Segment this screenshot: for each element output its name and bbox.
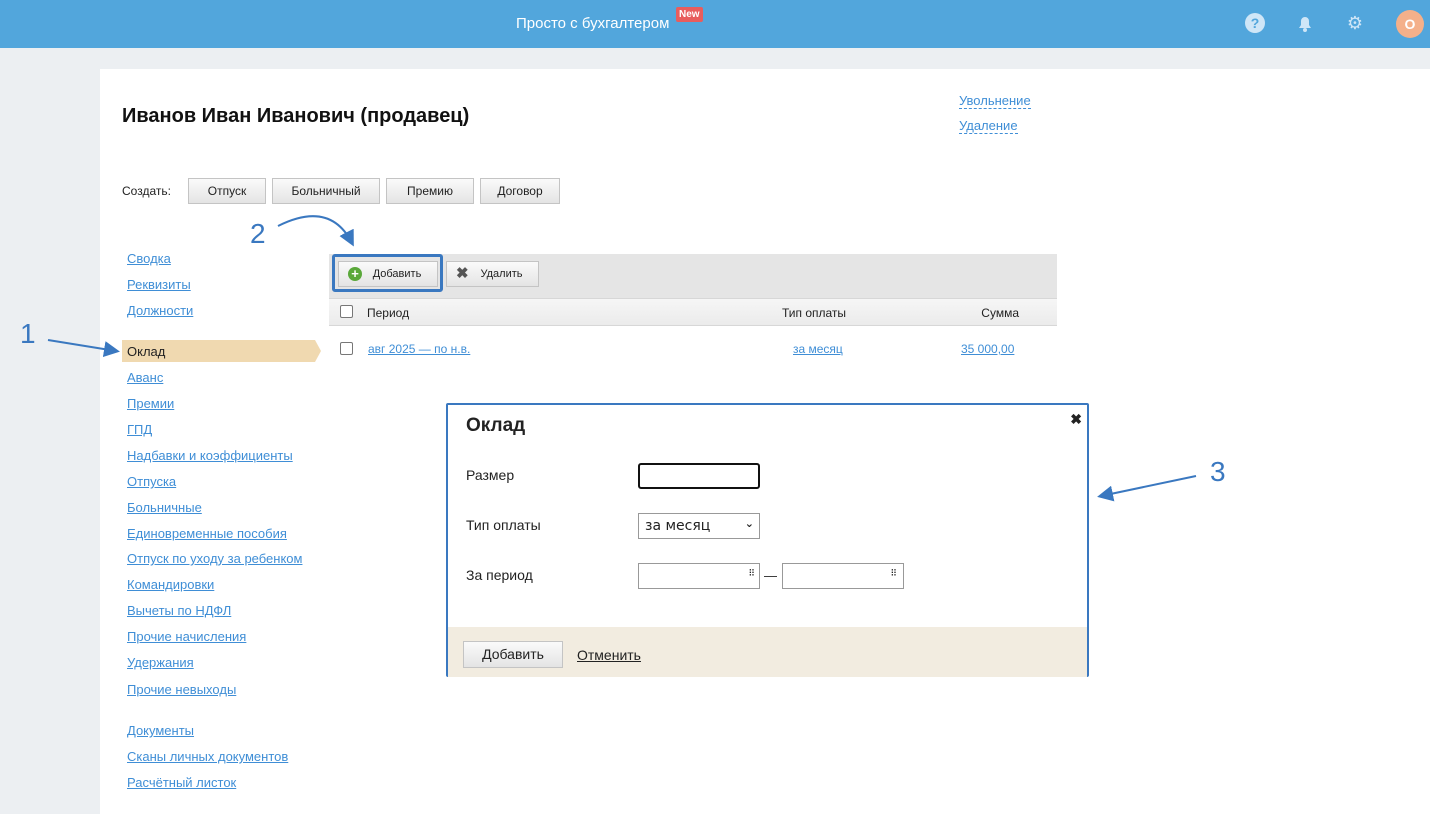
arrow-1 [47, 339, 120, 357]
arrow-3 [1097, 475, 1197, 502]
annotation-arrows [47, 215, 1197, 502]
arrow-2 [277, 215, 354, 247]
